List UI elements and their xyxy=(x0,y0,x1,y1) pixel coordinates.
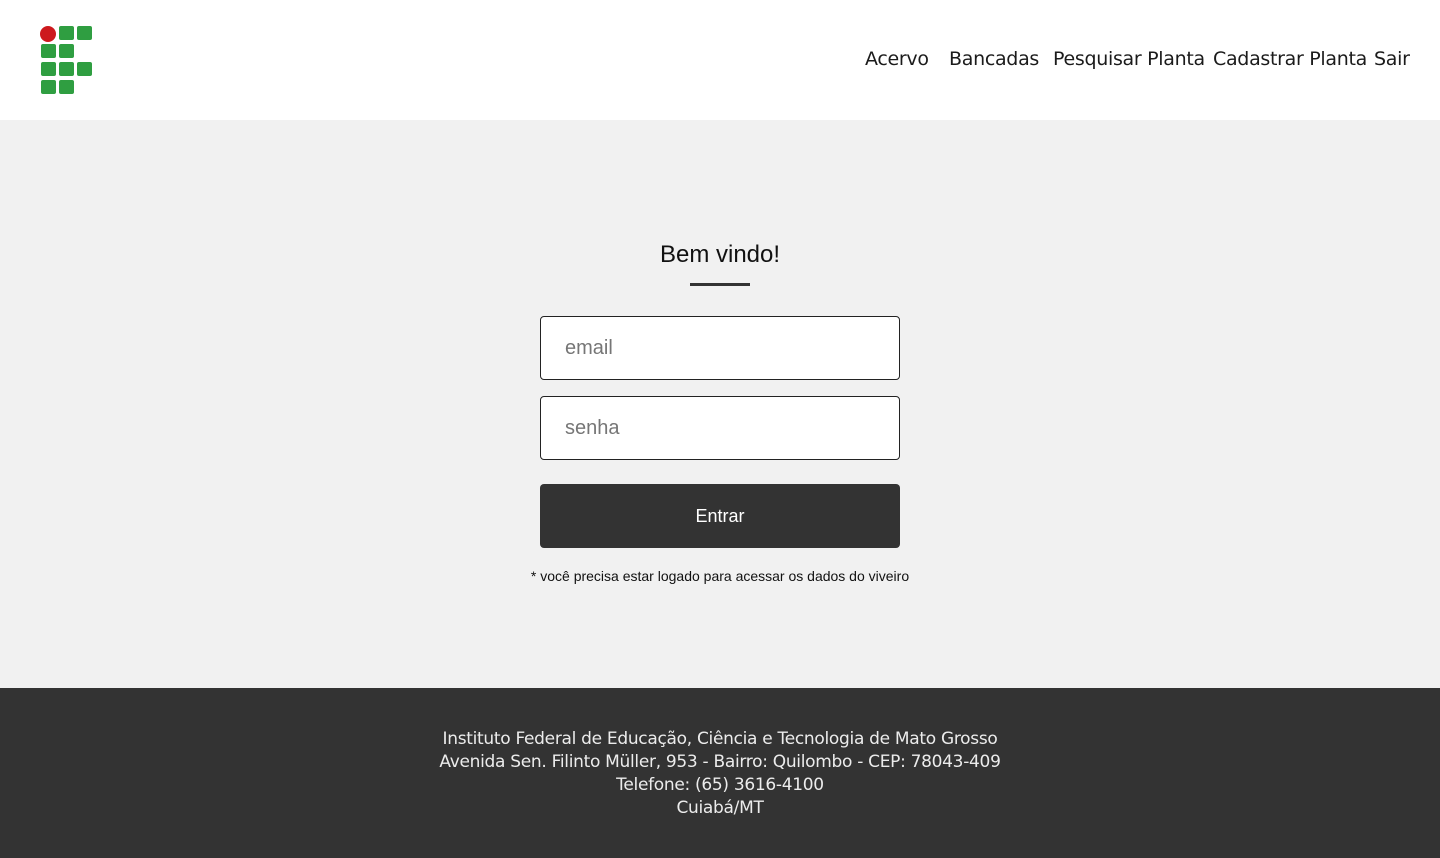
footer-phone: Telefone: (65) 3616-4100 xyxy=(616,775,824,795)
nav-item-pesquisar-planta[interactable]: Pesquisar Planta xyxy=(1053,48,1205,70)
title-underline xyxy=(690,283,750,286)
nav-item-cadastrar-planta[interactable]: Cadastrar Planta xyxy=(1213,48,1367,70)
logo-red-dot xyxy=(40,26,56,42)
footer-address: Instituto Federal de Educação, Ciência e… xyxy=(0,728,1440,820)
logo-square xyxy=(77,26,92,40)
nav-item-bancadas[interactable]: Bancadas xyxy=(949,48,1039,70)
nav-item-sair[interactable]: Sair xyxy=(1374,48,1410,70)
logo-square xyxy=(59,26,74,40)
footer-institution: Instituto Federal de Educação, Ciência e… xyxy=(442,729,998,749)
login-section: Bem vindo! Entrar * você precisa estar l… xyxy=(0,120,1440,688)
password-field[interactable] xyxy=(540,396,900,460)
footer-street: Avenida Sen. Filinto Müller, 953 - Bairr… xyxy=(439,752,1001,772)
main-nav: Acervo Bancadas Pesquisar Planta Cadastr… xyxy=(0,48,1440,72)
footer-city: Cuiabá/MT xyxy=(676,798,764,818)
login-note: * você precisa estar logado para acessar… xyxy=(530,568,910,584)
logo-square xyxy=(59,80,74,94)
site-footer: Instituto Federal de Educação, Ciência e… xyxy=(0,688,1440,858)
nav-item-acervo[interactable]: Acervo xyxy=(865,48,929,70)
email-field[interactable] xyxy=(540,316,900,380)
page-title: Bem vindo! xyxy=(659,241,781,268)
login-button[interactable]: Entrar xyxy=(540,484,900,548)
logo-square xyxy=(41,80,56,94)
site-header: Acervo Bancadas Pesquisar Planta Cadastr… xyxy=(0,0,1440,120)
